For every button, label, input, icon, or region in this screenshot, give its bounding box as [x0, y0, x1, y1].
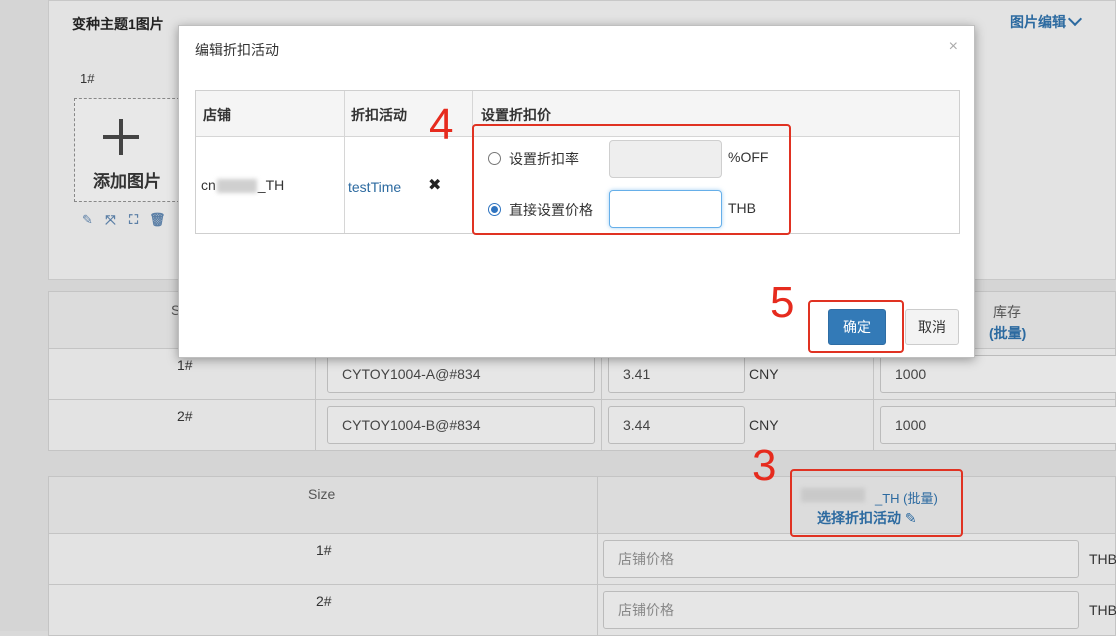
- activity-header: 折扣活动: [351, 107, 407, 123]
- size-cell: 1#: [316, 542, 332, 558]
- shop-name: cn _TH: [201, 177, 285, 194]
- remove-icon[interactable]: ✖: [428, 175, 441, 195]
- stock-input[interactable]: 1000: [880, 406, 1116, 444]
- annotation-box-5: [808, 300, 904, 353]
- close-icon[interactable]: ×: [949, 38, 958, 56]
- annotation-box-4: [472, 124, 791, 235]
- price-input[interactable]: 3.41: [608, 355, 745, 393]
- variant-title: 变种主题1图片: [72, 16, 164, 32]
- wand-icon[interactable]: ✎: [80, 212, 95, 227]
- redacted-block: [216, 179, 257, 194]
- size-cell: 2#: [177, 408, 193, 424]
- table-row: 2# 店铺价格 THB: [48, 585, 1116, 636]
- image-tools: ✎ ⤧ ⛶ 🗑: [80, 212, 166, 227]
- stock-batch-link[interactable]: (批量): [989, 323, 1026, 343]
- sku-input[interactable]: CYTOY1004-A@#834: [327, 355, 595, 393]
- image-edit-label: 图片编辑: [1010, 14, 1066, 30]
- shop-name-prefix: cn: [201, 177, 216, 193]
- dialog-title: 编辑折扣活动: [195, 42, 279, 58]
- price-input[interactable]: 3.44: [608, 406, 745, 444]
- add-image-label: 添加图片: [93, 172, 161, 191]
- plus-icon: [103, 119, 139, 155]
- annotation-number-4: 4: [429, 100, 454, 149]
- size-cell: 2#: [316, 593, 332, 609]
- add-image-button[interactable]: 添加图片: [74, 98, 180, 202]
- trash-icon[interactable]: 🗑: [149, 212, 166, 227]
- price-header: 设置折扣价: [481, 107, 551, 123]
- crop-icon[interactable]: ⤧: [103, 212, 118, 227]
- annotation-box-3: [790, 469, 963, 537]
- annotation-number-3: 3: [752, 441, 777, 490]
- shop-header: 店铺: [203, 107, 231, 123]
- shop-price-input[interactable]: 店铺价格: [603, 591, 1079, 629]
- table-row: 1# 店铺价格 THB: [48, 534, 1116, 585]
- image-slot-label: 1#: [80, 71, 95, 86]
- shop-price-input[interactable]: 店铺价格: [603, 540, 1079, 578]
- stock-header: 库存: [993, 304, 1021, 320]
- currency-label: CNY: [749, 417, 779, 433]
- chevron-down-icon: [1067, 11, 1083, 27]
- table-row: 2# CYTOY1004-B@#834 3.44 CNY 1000: [48, 400, 1116, 451]
- cancel-button[interactable]: 取消: [905, 309, 959, 345]
- annotation-number-5: 5: [770, 278, 795, 327]
- sku-input[interactable]: CYTOY1004-B@#834: [327, 406, 595, 444]
- stock-input[interactable]: 1000: [880, 355, 1116, 393]
- currency-label: THB: [1089, 602, 1116, 618]
- currency-label: CNY: [749, 366, 779, 382]
- resize-icon[interactable]: ⛶: [126, 212, 141, 227]
- shop-name-suffix: _TH: [257, 177, 285, 193]
- size-header: Size: [308, 486, 336, 502]
- size-cell: 1#: [177, 357, 193, 373]
- activity-link[interactable]: testTime: [348, 179, 401, 195]
- image-edit-menu[interactable]: 图片编辑: [1010, 11, 1083, 32]
- currency-label: THB: [1089, 551, 1116, 567]
